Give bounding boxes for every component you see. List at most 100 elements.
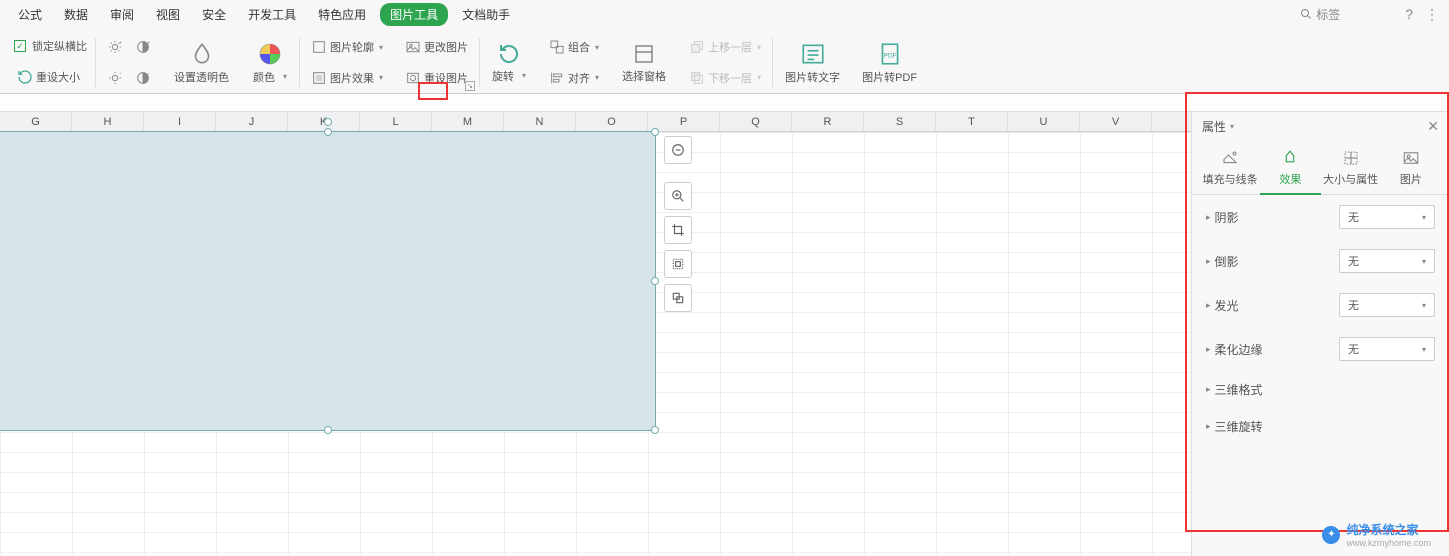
col-header[interactable]: L bbox=[360, 112, 432, 131]
svg-text:+: + bbox=[147, 41, 150, 47]
menu-dev-tools[interactable]: 开发工具 bbox=[240, 3, 304, 26]
effect-icon bbox=[311, 70, 327, 86]
ribbon-group-transparent: 设置透明色 bbox=[162, 32, 241, 93]
col-header[interactable]: U bbox=[1008, 112, 1080, 131]
accordion-shadow[interactable]: ▸阴影 无▾ bbox=[1192, 195, 1449, 239]
bring-forward-button[interactable]: 上移一层▾ bbox=[686, 37, 764, 57]
dropdown-arrow-icon: ▾ bbox=[1230, 122, 1234, 131]
resize-handle-se[interactable] bbox=[651, 426, 659, 434]
ribbon-group-size: ✓ 锁定纵横比 重设大小 bbox=[6, 32, 95, 93]
svg-text:PDF: PDF bbox=[883, 52, 896, 59]
accordion-3d-rotate[interactable]: ▸三维旋转 bbox=[1192, 408, 1449, 445]
droplet-icon bbox=[189, 41, 215, 67]
reflection-select[interactable]: 无▾ bbox=[1339, 249, 1435, 273]
more-icon[interactable]: ⋮ bbox=[1425, 6, 1439, 23]
expand-arrow-icon: ▸ bbox=[1206, 344, 1211, 355]
menu-picture-tools[interactable]: 图片工具 bbox=[380, 3, 448, 26]
fit-button[interactable] bbox=[664, 250, 692, 278]
col-header[interactable]: R bbox=[792, 112, 864, 131]
col-header[interactable]: I bbox=[144, 112, 216, 131]
resize-handle-e[interactable] bbox=[651, 277, 659, 285]
sheet-wrap: G H I J K L M N O P Q R S T U V bbox=[0, 112, 1449, 556]
group-button[interactable]: 组合▾ bbox=[546, 37, 602, 57]
pic-to-pdf-button[interactable]: PDF 图片转PDF bbox=[858, 41, 921, 85]
set-transparent-button[interactable]: 设置透明色 bbox=[170, 41, 233, 85]
brightness-inc-icon[interactable]: + bbox=[104, 37, 126, 57]
pic-to-text-button[interactable]: 图片转文字 bbox=[781, 41, 844, 85]
col-header[interactable]: G bbox=[0, 112, 72, 131]
reset-pic-icon bbox=[405, 70, 421, 86]
zoom-in-button[interactable] bbox=[664, 182, 692, 210]
color-wheel-icon bbox=[257, 41, 283, 67]
ribbon-group-color: 颜色▾ bbox=[241, 32, 299, 93]
col-header[interactable]: Q bbox=[720, 112, 792, 131]
rotate-handle[interactable] bbox=[324, 118, 332, 126]
align-icon bbox=[549, 70, 565, 86]
col-header[interactable]: N bbox=[504, 112, 576, 131]
search-box[interactable]: 标签 bbox=[1293, 3, 1393, 26]
reset-size-button[interactable]: 重设大小 bbox=[14, 67, 87, 87]
lock-ratio-checkbox[interactable]: ✓ bbox=[14, 40, 26, 52]
spreadsheet[interactable]: G H I J K L M N O P Q R S T U V bbox=[0, 112, 1191, 556]
tab-fill-line[interactable]: 填充与线条 bbox=[1200, 145, 1260, 194]
menu-view[interactable]: 视图 bbox=[148, 3, 188, 26]
accordion-soft-edge[interactable]: ▸柔化边缘 无▾ bbox=[1192, 327, 1449, 371]
reset-pic-button[interactable]: 重设图片 bbox=[402, 68, 471, 88]
contrast-inc-icon[interactable]: + bbox=[132, 37, 154, 57]
brightness-dec-icon[interactable]: − bbox=[104, 68, 126, 88]
col-header[interactable]: V bbox=[1080, 112, 1152, 131]
col-header[interactable]: H bbox=[72, 112, 144, 131]
accordion-reflection[interactable]: ▸倒影 无▾ bbox=[1192, 239, 1449, 283]
align-button[interactable]: 对齐▾ bbox=[546, 68, 602, 88]
col-header[interactable]: J bbox=[216, 112, 288, 131]
tab-size-props[interactable]: 大小与属性 bbox=[1321, 145, 1381, 194]
dropdown-arrow-icon: ▾ bbox=[283, 72, 287, 81]
col-header[interactable]: M bbox=[432, 112, 504, 131]
tab-picture[interactable]: 图片 bbox=[1381, 145, 1441, 194]
menu-review[interactable]: 审阅 bbox=[102, 3, 142, 26]
menu-security[interactable]: 安全 bbox=[194, 3, 234, 26]
accordion-3d-format[interactable]: ▸三维格式 bbox=[1192, 371, 1449, 408]
soft-edge-select[interactable]: 无▾ bbox=[1339, 337, 1435, 361]
col-header[interactable]: S bbox=[864, 112, 936, 131]
resize-handle-s[interactable] bbox=[324, 426, 332, 434]
panel-body: ▸阴影 无▾ ▸倒影 无▾ ▸发光 无▾ ▸柔化边缘 无▾ ▸三维格式 ▸三维旋… bbox=[1192, 195, 1449, 556]
tab-effect[interactable]: 效果 bbox=[1260, 145, 1320, 195]
glow-select[interactable]: 无▾ bbox=[1339, 293, 1435, 317]
select-pane-button[interactable]: 选择窗格 bbox=[618, 42, 670, 84]
menu-formula[interactable]: 公式 bbox=[10, 3, 50, 26]
col-header[interactable]: T bbox=[936, 112, 1008, 131]
resize-handle-n[interactable] bbox=[324, 128, 332, 136]
selected-picture[interactable] bbox=[0, 132, 655, 430]
menu-data[interactable]: 数据 bbox=[56, 3, 96, 26]
color-button[interactable]: 颜色▾ bbox=[249, 41, 291, 85]
resize-handle-ne[interactable] bbox=[651, 128, 659, 136]
crop-button[interactable] bbox=[664, 216, 692, 244]
col-header[interactable]: P bbox=[648, 112, 720, 131]
layer-button[interactable] bbox=[664, 284, 692, 312]
formula-bar-area bbox=[0, 94, 1449, 112]
rotate-button[interactable]: 旋转▾ bbox=[488, 42, 530, 84]
picture-tab-icon bbox=[1401, 149, 1421, 167]
help-icon[interactable]: ? bbox=[1405, 6, 1413, 22]
menu-special-app[interactable]: 特色应用 bbox=[310, 3, 374, 26]
panel-header: 属性▾ ✕ bbox=[1192, 112, 1449, 141]
pic-to-text-icon bbox=[800, 41, 826, 67]
dialog-launcher[interactable]: ↘ bbox=[465, 81, 475, 91]
pic-effect-button[interactable]: 图片效果▾ bbox=[308, 68, 386, 88]
ribbon-group-select-pane: 选择窗格 bbox=[610, 32, 678, 93]
expand-arrow-icon: ▸ bbox=[1206, 384, 1211, 395]
panel-close-button[interactable]: ✕ bbox=[1427, 118, 1439, 135]
panel-title-dropdown[interactable]: 属性▾ bbox=[1202, 118, 1234, 135]
col-header[interactable]: O bbox=[576, 112, 648, 131]
zoom-out-button[interactable] bbox=[664, 136, 692, 164]
shadow-select[interactable]: 无▾ bbox=[1339, 205, 1435, 229]
accordion-glow[interactable]: ▸发光 无▾ bbox=[1192, 283, 1449, 327]
menu-doc-helper[interactable]: 文档助手 bbox=[454, 3, 518, 26]
pic-outline-button[interactable]: 图片轮廓▾ bbox=[308, 37, 386, 57]
contrast-dec-icon[interactable]: − bbox=[132, 68, 154, 88]
select-pane-icon bbox=[632, 42, 656, 66]
change-pic-button[interactable]: 更改图片 bbox=[402, 37, 471, 57]
menu-items: 公式 数据 审阅 视图 安全 开发工具 特色应用 图片工具 文档助手 bbox=[10, 3, 518, 26]
send-backward-button[interactable]: 下移一层▾ bbox=[686, 68, 764, 88]
